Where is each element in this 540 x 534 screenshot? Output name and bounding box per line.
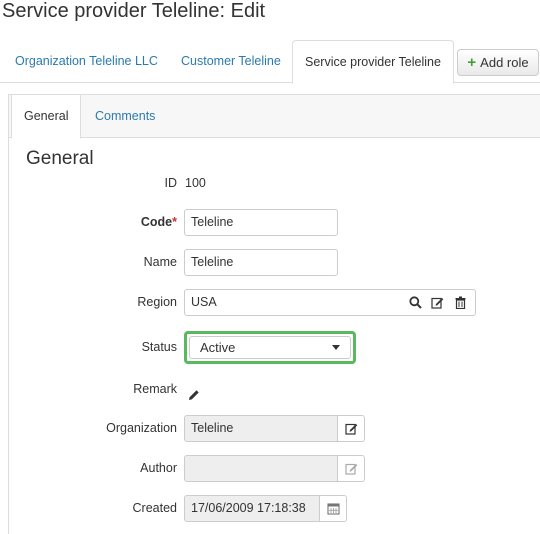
- author-label: Author: [140, 461, 177, 475]
- add-role-button[interactable]: + Add role: [457, 49, 539, 76]
- author-field: [184, 455, 338, 482]
- created-field: 17/06/2009 17:18:38: [184, 495, 320, 522]
- tab-organization-teleline-llc[interactable]: Organization Teleline LLC: [3, 40, 170, 83]
- page-title: Service provider Teleline: Edit: [2, 0, 266, 22]
- id-label: ID: [164, 176, 178, 190]
- sub-tab-bar: General Comments: [9, 95, 540, 139]
- author-edit-button[interactable]: [337, 455, 365, 482]
- status-select[interactable]: Active: [189, 336, 351, 359]
- created-label: Created: [132, 501, 177, 515]
- code-input[interactable]: Teleline: [184, 209, 338, 236]
- code-label-text: Code: [140, 215, 173, 229]
- edit-icon: [344, 423, 357, 435]
- organization-field: Teleline: [184, 415, 338, 442]
- tab-service-provider-teleline[interactable]: Service provider Teleline: [292, 40, 454, 84]
- tab-comments[interactable]: Comments: [83, 95, 167, 138]
- required-marker: *: [172, 215, 177, 229]
- status-label: Status: [141, 340, 177, 354]
- caret-down-icon: [332, 345, 340, 350]
- search-icon[interactable]: [404, 290, 426, 315]
- region-label: Region: [137, 295, 177, 309]
- add-role-label: Add role: [480, 55, 529, 70]
- remark-label: Remark: [133, 382, 177, 396]
- region-input[interactable]: USA: [184, 289, 402, 316]
- name-input[interactable]: Teleline: [184, 249, 338, 276]
- edit-icon[interactable]: [427, 290, 449, 315]
- edit-icon: [344, 463, 357, 475]
- pencil-icon[interactable]: [183, 382, 205, 407]
- section-title: General: [26, 148, 94, 169]
- tab-general[interactable]: General: [11, 95, 82, 139]
- calendar-button[interactable]: [319, 495, 347, 522]
- code-label: Code*: [141, 215, 177, 229]
- organization-edit-button[interactable]: [337, 415, 365, 442]
- plus-icon: +: [467, 54, 477, 71]
- tab-customer-teleline[interactable]: Customer Teleline: [169, 40, 293, 83]
- role-tabs: Organization Teleline LLC Customer Telel…: [0, 40, 540, 84]
- status-value: Active: [200, 340, 236, 355]
- region-actions: [401, 289, 476, 316]
- calendar-icon: [326, 503, 340, 515]
- organization-label: Organization: [106, 421, 177, 435]
- id-value: 100: [185, 176, 206, 190]
- name-label: Name: [143, 255, 177, 269]
- trash-icon[interactable]: [450, 290, 472, 315]
- status-select-focus: Active: [184, 331, 356, 364]
